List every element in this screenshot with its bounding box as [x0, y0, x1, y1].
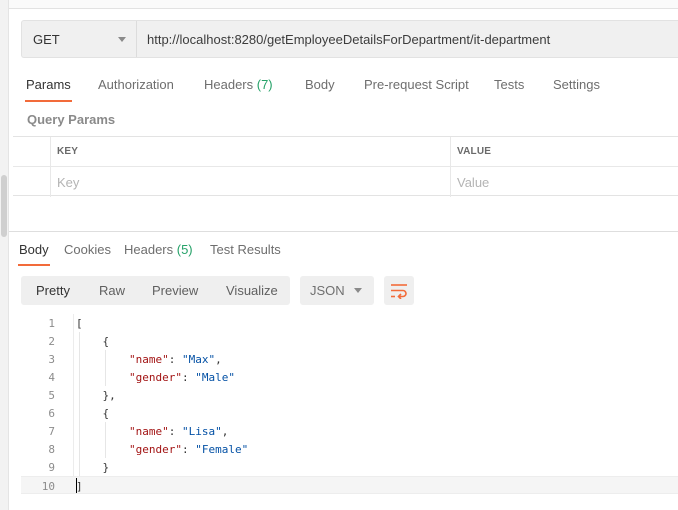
indent-guide: [105, 350, 106, 386]
code-text: "gender": "Male": [128, 371, 235, 384]
tab-count-badge: (5): [176, 242, 193, 257]
request-bar: GET http://localhost:8280/getEmployeeDet…: [21, 20, 678, 58]
chevron-down-icon: [354, 288, 362, 293]
tab-label: Authorization: [98, 77, 174, 92]
line-number: 5: [48, 389, 55, 402]
view-preview-button[interactable]: Preview: [152, 283, 198, 298]
chevron-down-icon: [118, 37, 126, 42]
line-number: 4: [48, 371, 55, 384]
line-number: 7: [48, 425, 55, 438]
view-mode-bar: Pretty Raw Preview Visualize: [21, 276, 290, 305]
tab-params[interactable]: Params: [25, 77, 72, 102]
params-input-row: Key Value: [13, 167, 678, 197]
tab-label: Test Results: [210, 242, 281, 257]
tab-response-body[interactable]: Body: [18, 242, 50, 266]
code-line: 7 "name": "Lisa",: [21, 422, 678, 440]
tab-label: Tests: [494, 77, 525, 92]
line-number: 6: [48, 407, 55, 420]
url-text: http://localhost:8280/getEmployeeDetails…: [147, 31, 551, 47]
view-pretty-button[interactable]: Pretty: [36, 283, 70, 298]
code-line: 8 "gender": "Female": [21, 440, 678, 458]
code-text: {: [76, 407, 110, 420]
indent-guide: [79, 332, 80, 476]
tab-label: Headers: [204, 77, 257, 92]
url-input[interactable]: http://localhost:8280/getEmployeeDetails…: [137, 21, 678, 57]
tab-headers[interactable]: Headers (7): [204, 77, 273, 102]
code-text: "name": "Lisa",: [128, 425, 229, 438]
code-text: }: [76, 461, 110, 474]
view-raw-button[interactable]: Raw: [99, 283, 125, 298]
response-tabs: Body Cookies Headers (5) Test Results: [11, 238, 678, 266]
line-number: 8: [48, 443, 55, 456]
line-number: 2: [48, 335, 55, 348]
format-select[interactable]: JSON: [300, 276, 374, 305]
line-number: 1: [48, 317, 55, 330]
code-line: 6 {: [21, 404, 678, 422]
code-text: [: [76, 317, 83, 330]
method-label: GET: [33, 31, 60, 47]
panel-divider[interactable]: [9, 231, 678, 232]
code-line: 3 "name": "Max",: [21, 350, 678, 368]
left-scrollbar[interactable]: [0, 0, 9, 510]
tab-response-headers[interactable]: Headers (5): [124, 242, 193, 266]
tab-label: Headers: [124, 242, 177, 257]
code-text: },: [76, 389, 116, 402]
tab-authorization[interactable]: Authorization: [98, 77, 174, 102]
line-number: 3: [48, 353, 55, 366]
method-select[interactable]: GET: [22, 21, 137, 57]
tab-test-results[interactable]: Test Results: [210, 242, 281, 266]
value-column-header: VALUE: [457, 146, 492, 157]
tab-label: Body: [305, 77, 335, 92]
code-text: "gender": "Female": [128, 443, 249, 456]
tab-label: Pre-request Script: [364, 77, 469, 92]
scrollbar-thumb[interactable]: [1, 175, 7, 237]
code-line: 2 {: [21, 332, 678, 350]
tab-tests[interactable]: Tests: [494, 77, 524, 102]
tab-label: Body: [19, 242, 49, 257]
line-number: 9: [48, 461, 55, 474]
code-line: 10]: [21, 476, 678, 494]
query-params-title: Query Params: [27, 112, 116, 127]
code-text: "name": "Max",: [128, 353, 222, 366]
text-cursor: [76, 478, 77, 493]
tab-label: Params: [26, 77, 71, 92]
code-text: {: [76, 335, 110, 348]
params-table: KEY VALUE Key Value: [13, 136, 678, 197]
params-header-row: KEY VALUE: [13, 137, 678, 167]
code-line: 9 }: [21, 458, 678, 476]
checkbox-column: [13, 137, 51, 166]
key-column-header: KEY: [51, 137, 451, 166]
tab-label: Cookies: [64, 242, 111, 257]
wrap-lines-button[interactable]: [384, 276, 414, 305]
value-input[interactable]: Value: [451, 167, 678, 197]
line-number: 10: [41, 480, 55, 493]
code-line: 4 "gender": "Male": [21, 368, 678, 386]
request-tabs: Params Authorization Headers (7) Body Pr…: [11, 72, 678, 102]
format-label: JSON: [310, 283, 345, 298]
top-strip: [9, 0, 678, 9]
row-checkbox[interactable]: [13, 167, 51, 197]
response-body-viewer[interactable]: 1[2 {3 "name": "Max", 4 "gender": "Male" 5…: [21, 314, 678, 494]
code-line: 1[: [21, 314, 678, 332]
tab-label: Settings: [553, 77, 600, 92]
tab-pre-request-script[interactable]: Pre-request Script: [364, 77, 469, 102]
wrap-lines-icon: [391, 284, 407, 299]
tab-body[interactable]: Body: [305, 77, 335, 102]
tab-settings[interactable]: Settings: [553, 77, 600, 102]
key-input[interactable]: Key: [51, 167, 451, 197]
view-visualize-button[interactable]: Visualize: [226, 283, 278, 298]
tab-count-badge: (7): [256, 77, 273, 92]
indent-guide: [105, 422, 106, 458]
code-line: 5 },: [21, 386, 678, 404]
tab-cookies[interactable]: Cookies: [64, 242, 111, 266]
